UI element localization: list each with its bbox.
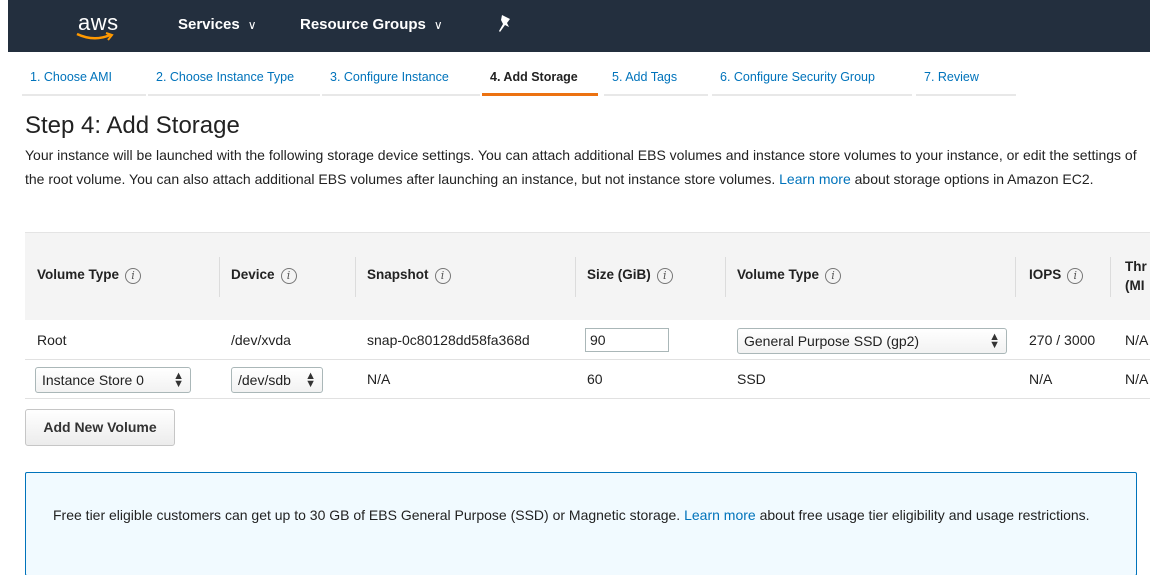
header-label: Volume Type xyxy=(737,267,820,282)
column-divider xyxy=(1015,257,1016,297)
header-snapshot: Snapshot i xyxy=(367,267,451,284)
info-icon[interactable]: i xyxy=(1067,268,1084,284)
chevron-down-icon: ∨ xyxy=(433,18,443,32)
cell-size: 60 xyxy=(587,371,603,387)
info-icon[interactable]: i xyxy=(280,268,297,284)
notice-tail: about free usage tier eligibility and us… xyxy=(759,507,1090,523)
free-tier-notice: Free tier eligible customers can get up … xyxy=(25,472,1137,575)
intro-tail: about storage options in Amazon EC2. xyxy=(854,171,1094,187)
cell-volume-type: SSD xyxy=(737,371,766,387)
volume-type-select[interactable]: Instance Store 0 ▲ ▼ xyxy=(35,367,191,393)
pin-icon[interactable] xyxy=(496,14,514,34)
select-arrows-icon: ▲ ▼ xyxy=(989,331,1000,351)
info-icon[interactable]: i xyxy=(125,268,142,284)
services-menu[interactable]: Services ∨ xyxy=(178,16,257,33)
header-throughput-line1: Thr xyxy=(1125,259,1147,274)
volume-type-value: General Purpose SSD (gp2) xyxy=(744,333,920,349)
storage-table: Volume Type i Device i Snapshot i Size (GiB… xyxy=(25,232,1150,402)
column-divider xyxy=(1110,257,1111,297)
header-volume-type-2: Volume Type i xyxy=(737,267,842,284)
intro-paragraph: Your instance will be launched with the … xyxy=(25,143,1145,191)
header-iops: IOPS i xyxy=(1029,267,1084,284)
resource-groups-label: Resource Groups xyxy=(300,16,426,33)
header-label: Volume Type xyxy=(37,267,120,282)
size-input[interactable]: 90 xyxy=(585,328,669,352)
step-configure-security-group[interactable]: 6. Configure Security Group xyxy=(712,68,912,96)
top-nav-bar: aws Services ∨ Resource Groups ∨ xyxy=(8,0,1150,52)
cell-snapshot: N/A xyxy=(367,371,391,387)
column-divider xyxy=(355,257,356,297)
column-divider xyxy=(219,257,220,297)
cell-throughput: N/A xyxy=(1125,371,1149,387)
table-row: Instance Store 0 ▲ ▼ /dev/sdb ▲ ▼ N/A 60 S… xyxy=(25,361,1150,399)
step-add-storage[interactable]: 4. Add Storage xyxy=(482,68,598,96)
header-label: Device xyxy=(231,267,275,282)
device-select[interactable]: /dev/sdb ▲ ▼ xyxy=(231,367,323,393)
notice-paragraph: Free tier eligible customers can get up … xyxy=(53,503,1113,527)
device-value: /dev/sdb xyxy=(238,372,291,388)
info-icon[interactable]: i xyxy=(434,268,451,284)
chevron-down-icon: ∨ xyxy=(247,18,257,32)
header-size: Size (GiB) i xyxy=(587,267,673,284)
header-label: IOPS xyxy=(1029,267,1062,282)
cell-snapshot: snap-0c80128dd58fa368d xyxy=(367,332,530,348)
cell-iops: 270 / 3000 xyxy=(1029,332,1096,348)
aws-logo[interactable]: aws xyxy=(72,8,132,44)
step-add-tags[interactable]: 5. Add Tags xyxy=(604,68,708,96)
table-header: Volume Type i Device i Snapshot i Size (GiB… xyxy=(25,232,1150,320)
volume-type-value: Instance Store 0 xyxy=(42,372,144,388)
select-arrows-icon: ▲ ▼ xyxy=(305,370,316,390)
notice-text: Free tier eligible customers can get up … xyxy=(53,507,681,523)
header-throughput: Thr (MI xyxy=(1125,257,1147,295)
learn-more-link[interactable]: Learn more xyxy=(779,171,851,187)
column-divider xyxy=(725,257,726,297)
smile-arrow-icon xyxy=(76,32,114,41)
add-new-volume-button[interactable]: Add New Volume xyxy=(25,409,175,446)
header-volume-type: Volume Type i xyxy=(37,267,142,284)
cell-device: /dev/xvda xyxy=(231,332,291,348)
page-title: Step 4: Add Storage xyxy=(25,112,240,139)
select-arrows-icon: ▲ ▼ xyxy=(173,370,184,390)
header-label: Snapshot xyxy=(367,267,429,282)
services-label: Services xyxy=(178,16,240,33)
header-throughput-line2: (MI xyxy=(1125,278,1145,293)
volume-type-select[interactable]: General Purpose SSD (gp2) ▲ ▼ xyxy=(737,328,1007,354)
header-label: Size (GiB) xyxy=(587,267,651,282)
cell-volume-type: Root xyxy=(37,332,67,348)
info-icon[interactable]: i xyxy=(656,268,673,284)
step-configure-instance[interactable]: 3. Configure Instance xyxy=(322,68,480,96)
cell-iops: N/A xyxy=(1029,371,1053,387)
column-divider xyxy=(575,257,576,297)
cell-throughput: N/A xyxy=(1125,332,1149,348)
step-choose-instance-type[interactable]: 2. Choose Instance Type xyxy=(148,68,320,96)
info-icon[interactable]: i xyxy=(825,268,842,284)
table-row: Root /dev/xvda snap-0c80128dd58fa368d 90… xyxy=(25,322,1150,360)
step-review[interactable]: 7. Review xyxy=(916,68,1016,96)
header-device: Device i xyxy=(231,267,297,284)
resource-groups-menu[interactable]: Resource Groups ∨ xyxy=(300,16,443,33)
step-choose-ami[interactable]: 1. Choose AMI xyxy=(22,68,146,96)
notice-learn-more-link[interactable]: Learn more xyxy=(684,507,756,523)
